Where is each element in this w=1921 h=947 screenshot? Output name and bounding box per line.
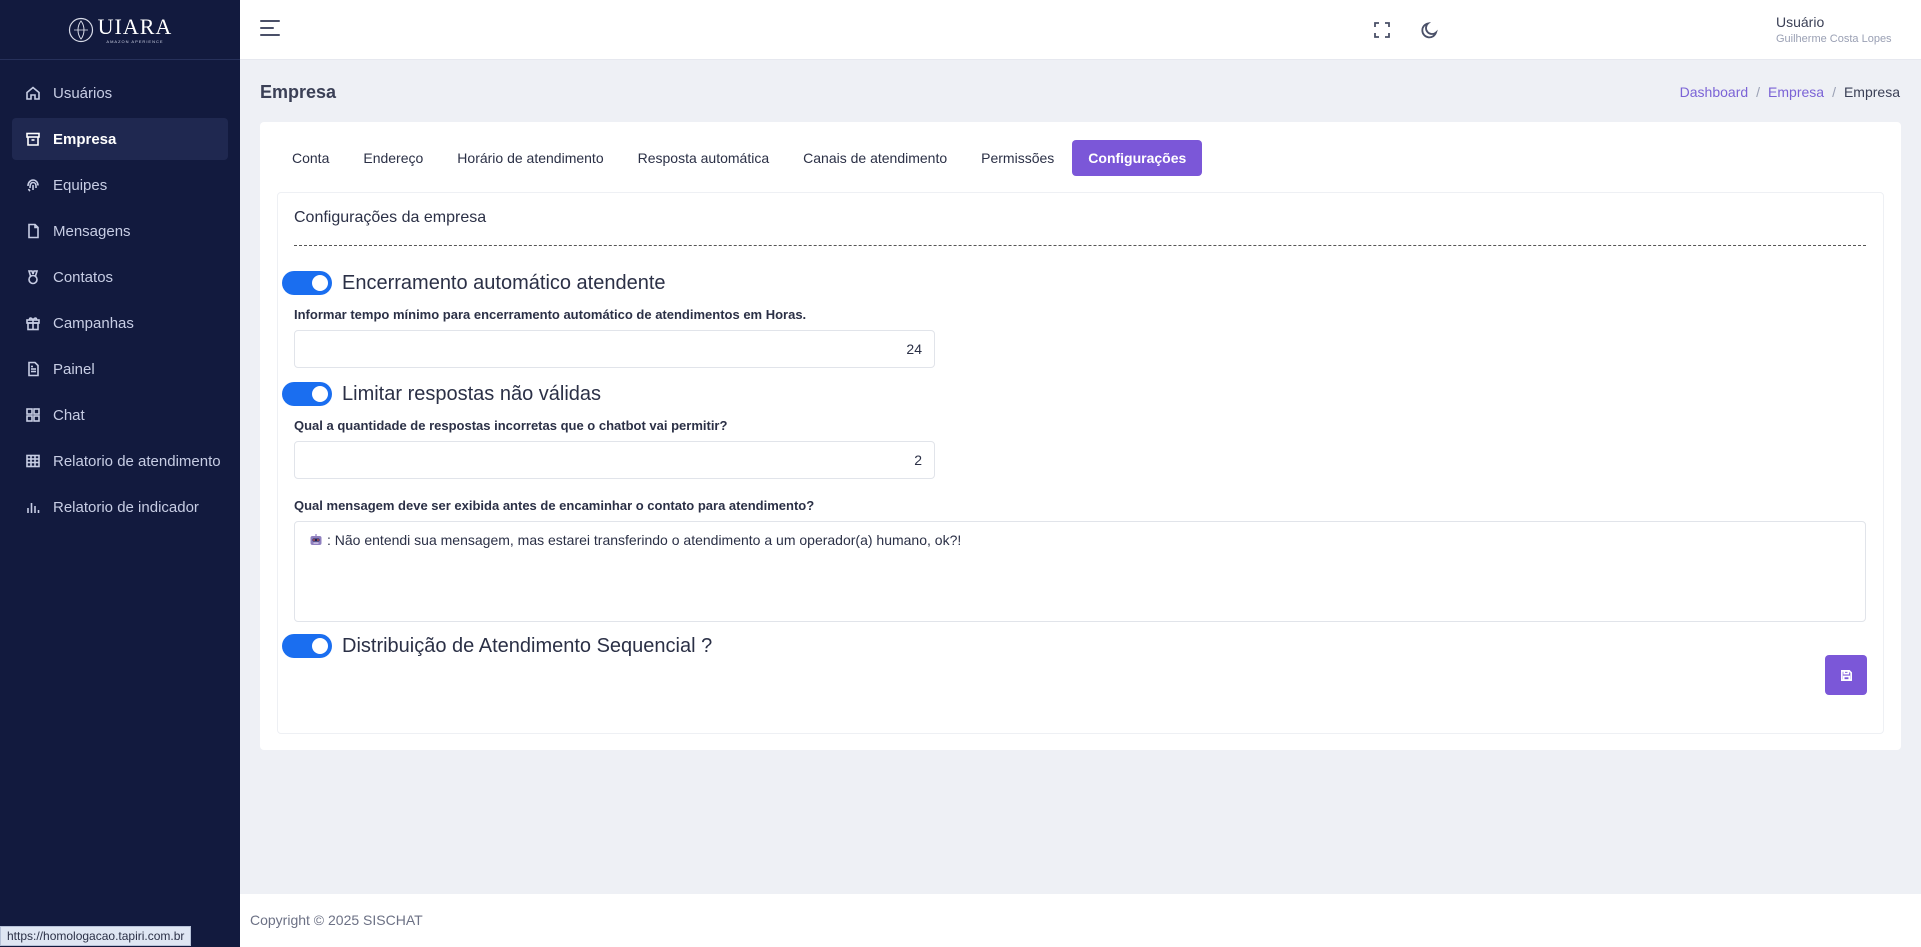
- limit-invalid-row: Limitar respostas não válidas: [282, 382, 601, 406]
- auto-close-toggle[interactable]: [282, 271, 332, 295]
- transfer-message-text: : Não entendi sua mensagem, mas estarei …: [327, 532, 962, 548]
- sidebar-item-label: Usuários: [53, 84, 113, 102]
- file-text-icon: [28, 361, 39, 377]
- sidebar-nav: Usuários Empresa Equipes Mensagens Conta…: [0, 60, 240, 528]
- limit-invalid-toggle[interactable]: [282, 382, 332, 406]
- sidebar-item-label: Equipes: [53, 176, 108, 194]
- sidebar-item-label: Empresa: [53, 130, 117, 148]
- tab-conta[interactable]: Conta: [276, 140, 345, 176]
- sidebar-item-label: Relatorio de indicador: [53, 498, 199, 516]
- file-icon: [28, 223, 39, 239]
- sidebar-item-label: Contatos: [53, 268, 114, 286]
- brand-name: UIARA: [97, 13, 173, 39]
- breadcrumb-current: Empresa: [1843, 84, 1900, 100]
- sidebar-item-label: Mensagens: [53, 222, 131, 240]
- section-divider: [294, 245, 1866, 246]
- sidebar-item-relatorio-atendimento[interactable]: Relatorio de atendimento: [12, 440, 228, 482]
- settings-panel: Configurações da empresa Encerramento au…: [277, 192, 1884, 734]
- home-icon: [26, 86, 40, 100]
- invalid-responses-input[interactable]: [294, 441, 935, 479]
- section-title: Configurações da empresa: [294, 209, 487, 226]
- menu-toggle-icon[interactable]: [260, 20, 280, 40]
- auto-close-row: Encerramento automático atendente: [282, 271, 666, 295]
- topbar: Usuário Guilherme Costa Lopes: [240, 0, 1921, 60]
- sidebar-item-empresa[interactable]: Empresa: [12, 118, 228, 160]
- status-bar-url: https://homologacao.tapiri.com.br: [0, 926, 192, 946]
- user-menu[interactable]: Usuário Guilherme Costa Lopes: [1776, 14, 1892, 45]
- sidebar: UIARA AMAZON APERIENCE Usuários Empresa …: [0, 0, 240, 947]
- message-field-label: Qual mensagem deve ser exibida antes de …: [294, 498, 815, 513]
- sidebar-item-mensagens[interactable]: Mensagens: [12, 210, 228, 252]
- sidebar-item-relatorio-indicador[interactable]: Relatorio de indicador: [12, 486, 228, 528]
- sidebar-item-label: Chat: [53, 406, 85, 424]
- page-title: Empresa: [260, 82, 337, 102]
- brand-logo[interactable]: UIARA AMAZON APERIENCE: [0, 0, 240, 60]
- grid-icon: [26, 408, 40, 422]
- robot-emoji-icon: [310, 534, 322, 545]
- sidebar-item-painel[interactable]: Painel: [12, 348, 228, 390]
- save-icon: [1840, 669, 1852, 681]
- sidebar-item-equipes[interactable]: Equipes: [12, 164, 228, 206]
- transfer-message-textarea[interactable]: : Não entendi sua mensagem, mas estarei …: [294, 521, 1866, 622]
- sequential-row: Distribuição de Atendimento Sequencial ?: [282, 634, 712, 658]
- brand-tagline: AMAZON APERIENCE: [106, 38, 164, 44]
- user-title: Usuário: [1776, 14, 1825, 30]
- limit-invalid-label: Limitar respostas não válidas: [342, 382, 602, 405]
- sequential-label: Distribuição de Atendimento Sequencial ?: [342, 634, 713, 657]
- tab-resposta-automatica[interactable]: Resposta automática: [622, 140, 786, 176]
- sidebar-item-label: Campanhas: [53, 314, 134, 332]
- copyright-text: Copyright © 2025 SISCHAT: [250, 912, 423, 928]
- tab-bar: Conta Endereço Horário de atendimento Re…: [276, 140, 1203, 176]
- gift-icon: [26, 317, 40, 331]
- sidebar-item-label: Relatorio de atendimento: [53, 452, 221, 470]
- breadcrumb-dashboard[interactable]: Dashboard: [1680, 84, 1749, 100]
- sidebar-item-chat[interactable]: Chat: [12, 394, 228, 436]
- breadcrumb: Dashboard / Empresa / Empresa: [1679, 84, 1900, 100]
- table-icon: [26, 454, 40, 468]
- archive-icon: [26, 132, 40, 146]
- tab-endereco[interactable]: Endereço: [347, 140, 439, 176]
- brand-emblem-icon: [68, 17, 93, 42]
- breadcrumb-empresa[interactable]: Empresa: [1768, 84, 1824, 100]
- save-button[interactable]: [1825, 655, 1867, 695]
- tab-horario-atendimento[interactable]: Horário de atendimento: [441, 140, 619, 176]
- sidebar-item-usuarios[interactable]: Usuários: [12, 72, 228, 114]
- tab-configuracoes[interactable]: Configurações: [1072, 140, 1203, 176]
- medal-icon: [27, 270, 39, 285]
- user-full-name: Guilherme Costa Lopes: [1776, 33, 1892, 45]
- sidebar-item-campanhas[interactable]: Campanhas: [12, 302, 228, 344]
- sidebar-item-label: Painel: [53, 360, 95, 378]
- sidebar-item-contatos[interactable]: Contatos: [12, 256, 228, 298]
- sequential-toggle[interactable]: [282, 634, 332, 658]
- fingerprint-icon: [27, 179, 39, 192]
- auto-close-field-label: Informar tempo mínimo para encerramento …: [294, 307, 807, 322]
- tab-permissoes[interactable]: Permissões: [965, 140, 1070, 176]
- footer: Copyright © 2025 SISCHAT: [240, 894, 1921, 947]
- limit-invalid-field-label: Qual a quantidade de respostas incorreta…: [294, 418, 728, 433]
- company-card: Conta Endereço Horário de atendimento Re…: [260, 122, 1901, 750]
- bar-chart-icon: [27, 503, 40, 513]
- auto-close-hours-input[interactable]: [294, 330, 935, 368]
- dark-mode-icon[interactable]: [1420, 20, 1440, 40]
- auto-close-label: Encerramento automático atendente: [342, 271, 666, 294]
- fullscreen-icon[interactable]: [1372, 20, 1392, 40]
- tab-canais-atendimento[interactable]: Canais de atendimento: [787, 140, 963, 176]
